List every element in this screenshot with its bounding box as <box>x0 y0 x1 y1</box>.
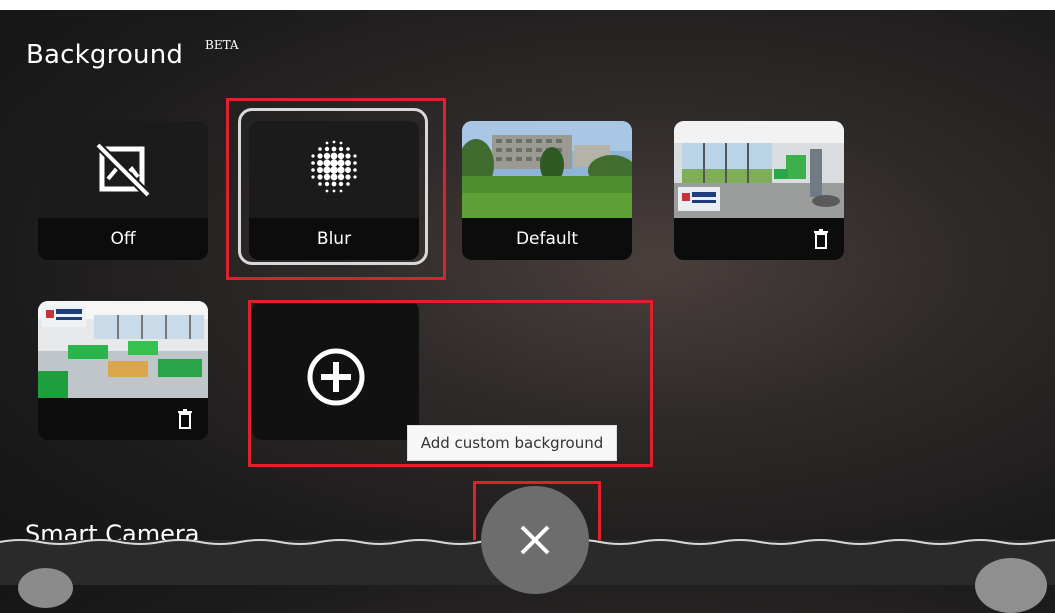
left-control-button[interactable] <box>18 568 73 608</box>
trash-icon[interactable] <box>814 229 828 249</box>
close-icon <box>520 525 550 555</box>
default-background-thumbnail <box>462 121 632 218</box>
background-option-default[interactable]: Default <box>462 121 632 260</box>
highlight-blur <box>226 98 446 280</box>
window-top-edge <box>0 0 1055 10</box>
custom-background-thumbnail-2 <box>38 301 208 398</box>
default-label: Default <box>462 218 632 260</box>
background-option-custom-2[interactable] <box>38 301 208 440</box>
off-label: Off <box>38 218 208 260</box>
close-button[interactable] <box>481 486 589 594</box>
settings-gear-button[interactable] <box>975 558 1047 613</box>
panel-title: Background <box>26 40 184 70</box>
trash-icon[interactable] <box>178 409 192 429</box>
highlight-add-custom <box>248 300 653 467</box>
no-image-icon <box>95 142 151 197</box>
beta-badge: BETA <box>205 38 239 52</box>
custom-background-thumbnail-1 <box>674 121 844 218</box>
background-option-off[interactable]: Off <box>38 121 208 260</box>
background-option-custom-1[interactable] <box>674 121 844 260</box>
